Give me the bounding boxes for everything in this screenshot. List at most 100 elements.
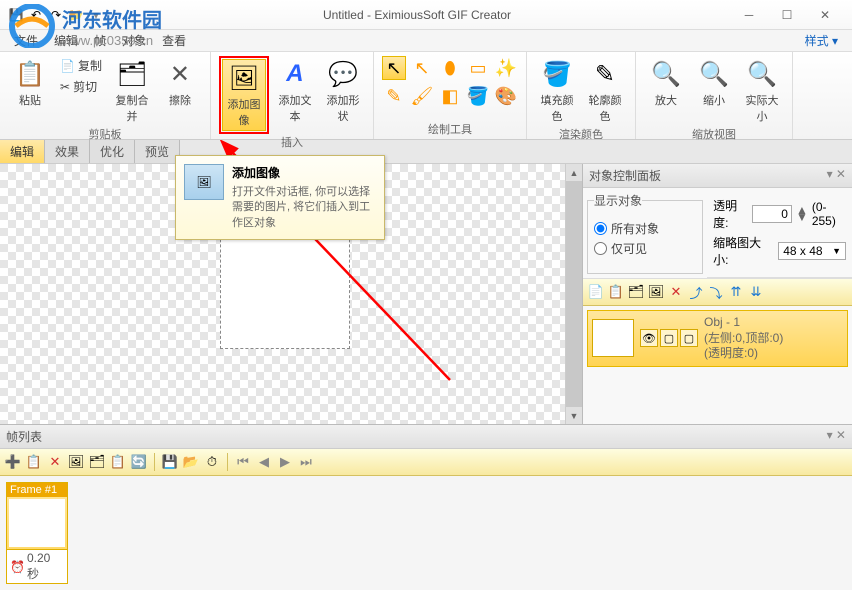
menu-object[interactable]: 对象 [114,30,154,51]
opacity-label: 透明度: [713,197,748,231]
tooltip-description: 打开文件对话框, 你可以选择需要的图片, 将它们插入到工作区对象 [232,185,376,231]
qat-save-icon[interactable]: 💾 [8,7,24,23]
panel-collapse-icon[interactable]: ▾ ✕ [827,167,846,184]
scroll-down-icon[interactable]: ▼ [566,407,582,424]
outline-color-label: 轮廓颜色 [585,92,625,124]
bucket-tool[interactable]: 🪣 [466,84,490,108]
outline-color-icon: ✎ [589,58,621,90]
frame-last-icon[interactable]: ⏭ [297,453,315,471]
frame-prev-icon[interactable]: 🖼 [67,453,85,471]
qat-undo-icon[interactable]: ↶ [28,7,44,23]
wand-tool[interactable]: ✨ [494,56,518,80]
chevron-down-icon: ▼ [832,246,841,256]
menu-frame[interactable]: 帧 [86,30,114,51]
menu-edit[interactable]: 编辑 [46,30,86,51]
menubar: 文件 编辑 帧 对象 查看 样式 ▾ [0,30,852,52]
frame-add-icon[interactable]: ➕ [4,453,22,471]
qat-redo-icon[interactable]: ↷ [48,7,64,23]
brush-tool[interactable]: 🖌 [410,84,434,108]
lock-icon[interactable]: ▢ [660,329,678,347]
zoom-out-button[interactable]: 🔍 缩小 [692,56,736,110]
frame-dup-icon[interactable]: 📋 [25,453,43,471]
obj-delete-icon[interactable]: ✕ [667,283,685,301]
all-objects-label: 所有对象 [611,220,659,237]
object-list-item[interactable]: 👁 ▢ ▢ Obj - 1 (左侧:0,顶部:0) (透明度:0) [587,310,848,367]
paste-button[interactable]: 📋 粘贴 [8,56,52,110]
frame-rev-icon[interactable]: 🔄 [130,453,148,471]
obj-copy-icon[interactable]: 📋 [607,283,625,301]
frame-item[interactable]: Frame #1 ⏰0.20 秒 [6,482,68,584]
add-shape-button[interactable]: 💬 添加形状 [321,56,365,126]
merge-icon: 🗂 [116,58,148,90]
paste-label: 粘贴 [19,92,41,108]
cut-button[interactable]: ✂剪切 [56,77,106,96]
copy-icon: 📄 [60,59,75,73]
zoom-in-button[interactable]: 🔍 放大 [644,56,688,110]
pencil-tool[interactable]: ✎ [382,84,406,108]
spin-down-icon[interactable]: ▼ [796,214,808,221]
obj-bottom-icon[interactable]: ⇊ [747,283,765,301]
copy-button[interactable]: 📄复制 [56,56,106,75]
clock-icon: ⏰ [10,560,25,574]
canvas-scrollbar-v[interactable]: ▲ ▼ [565,164,582,424]
obj-down-icon[interactable]: ⤵ [707,283,725,301]
obj-up-icon[interactable]: ⤴ [687,283,705,301]
link-icon[interactable]: ▢ [680,329,698,347]
frame-panel-collapse-icon[interactable]: ▾ ✕ [827,428,846,445]
add-image-label: 添加图像 [225,96,263,128]
titlebar: 💾 ↶ ↷ 📂 ▾ Untitled - EximiousSoft GIF Cr… [0,0,852,30]
group-insert-label: 插入 [281,134,303,150]
tab-edit[interactable]: 编辑 [0,140,45,163]
tab-optimize[interactable]: 优化 [90,140,135,163]
tab-preview[interactable]: 预览 [135,140,180,163]
frame-time-icon[interactable]: ⏱ [203,453,221,471]
menu-view[interactable]: 查看 [154,30,194,51]
lasso-tool[interactable]: ⬮ [438,56,462,80]
object-name: Obj - 1 [704,315,783,331]
clear-label: 擦除 [169,92,191,108]
add-text-button[interactable]: A 添加文本 [273,56,317,126]
move-tool[interactable]: ↖ [410,56,434,80]
pointer-tool[interactable]: ↖ [382,56,406,80]
radio-only-visible[interactable]: 仅可见 [594,240,696,257]
visibility-icon[interactable]: 👁 [640,329,658,347]
actual-size-button[interactable]: 🔍 实际大小 [740,56,784,126]
add-image-button[interactable]: 🖼 添加图像 [222,59,266,131]
frame-first-icon[interactable]: ⏮ [234,453,252,471]
opacity-input[interactable] [752,205,792,223]
outline-color-button[interactable]: ✎ 轮廓颜色 [583,56,627,126]
obj-top-icon[interactable]: ⇈ [727,283,745,301]
minimize-button[interactable]: ─ [734,5,764,25]
obj-new-icon[interactable]: 📄 [587,283,605,301]
radio-all-objects[interactable]: 所有对象 [594,220,696,237]
menu-style[interactable]: 样式 ▾ [797,30,846,51]
fill-color-button[interactable]: 🪣 填充颜色 [535,56,579,126]
menu-file[interactable]: 文件 [6,30,46,51]
thumb-size-combo[interactable]: 48 x 48▼ [778,242,846,260]
frame-export-icon[interactable]: 💾 [161,453,179,471]
window-title: Untitled - EximiousSoft GIF Creator [112,8,722,22]
eraser-tool[interactable]: ◧ [438,84,462,108]
frame-panel: 帧列表 ▾ ✕ ➕ 📋 ✕ 🖼 🗂 📋 🔄 💾 📂 ⏱ ⏮ ◀ ▶ ⏭ Fram… [0,424,852,590]
frame-paste-icon[interactable]: 📋 [109,453,127,471]
frame-copy-icon[interactable]: 🗂 [88,453,106,471]
frame-fwd-icon[interactable]: ▶ [276,453,294,471]
merge-button[interactable]: 🗂 复制合并 [110,56,154,126]
obj-dup-icon[interactable]: 🗂 [627,283,645,301]
only-visible-label: 仅可见 [611,240,647,257]
obj-img-icon[interactable]: 🖼 [647,283,665,301]
frame-back-icon[interactable]: ◀ [255,453,273,471]
clear-button[interactable]: ✕ 擦除 [158,56,202,110]
frame-import-icon[interactable]: 📂 [182,453,200,471]
qat-dropdown-icon[interactable]: ▾ [88,7,104,23]
object-opacity: (透明度:0) [704,346,783,362]
close-button[interactable]: ✕ [810,5,840,25]
palette-tool[interactable]: 🎨 [494,84,518,108]
maximize-button[interactable]: ☐ [772,5,802,25]
qat-open-icon[interactable]: 📂 [68,7,84,23]
tab-effect[interactable]: 效果 [45,140,90,163]
frame-del-icon[interactable]: ✕ [46,453,64,471]
scroll-up-icon[interactable]: ▲ [566,164,582,181]
panel-title: 对象控制面板 [589,167,661,184]
select-rect-tool[interactable]: ▭ [466,56,490,80]
